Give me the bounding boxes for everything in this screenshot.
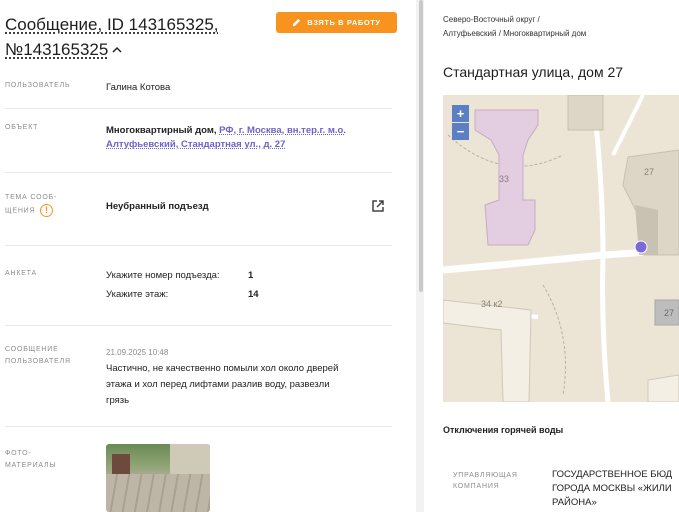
photo-label: ФОТО- МАТЕРИАЛЫ	[5, 448, 56, 472]
chevron-up-icon[interactable]	[112, 37, 122, 61]
topic-value-text: Неубранный подъезд	[106, 201, 209, 212]
message-date: 21.09.2025 10:48	[106, 348, 169, 357]
map-label: 34 к2	[481, 299, 502, 309]
divider	[5, 172, 392, 173]
warning-icon[interactable]: !	[40, 204, 54, 217]
scrollbar[interactable]	[419, 0, 423, 292]
object-info-panel: Северо-Восточный округ / Алтуфьевский / …	[424, 0, 679, 512]
map-label: 33	[499, 174, 509, 184]
object-address: Стандартная улица, дом 27	[443, 64, 624, 80]
map-label: 27	[664, 308, 674, 318]
user-label: ПОЛЬЗОВАТЕЛЬ	[5, 82, 71, 89]
management-company-value: ГОСУДАРСТВЕННОЕ БЮД ГОРОДА МОСКВЫ «ЖИЛИ …	[552, 468, 679, 510]
form-label: АНКЕТА	[5, 270, 37, 277]
object-type: Многоквартирный дом,	[106, 125, 217, 136]
message-title-line2: №143165325	[5, 40, 109, 59]
form-answer: 1	[248, 270, 254, 281]
management-company-label-line1: УПРАВЛЯЮЩАЯ	[453, 472, 518, 479]
topic-label-line2: ЩЕНИЯ	[5, 207, 36, 215]
message-label: СООБЩЕНИЕ ПОЛЬЗОВАТЕЛЯ	[5, 344, 71, 368]
object-value: Многоквартирный дом, РФ, г. Москва, вн.т…	[106, 124, 381, 152]
zoom-controls: + −	[452, 105, 469, 140]
external-link-icon[interactable]	[371, 199, 385, 213]
message-label-line2: ПОЛЬЗОВАТЕЛЯ	[5, 358, 71, 365]
form-question: Укажите этаж:	[106, 289, 169, 300]
form-row: Укажите этаж: 14	[106, 289, 259, 300]
hot-water-outages-title: Отключения горячей воды	[443, 425, 564, 435]
page-title: Сообщение, ID 143165325, №143165325	[5, 13, 255, 62]
divider	[5, 325, 392, 326]
management-company-line2: ГОРОДА МОСКВЫ «ЖИЛИ	[552, 483, 672, 494]
pencil-icon	[293, 18, 301, 27]
form-row: Укажите номер подъезда: 1	[106, 270, 253, 281]
breadcrumb-line2: Алтуфьевский / Многоквартирный дом	[443, 29, 587, 38]
management-company-line1: ГОСУДАРСТВЕННОЕ БЮД	[552, 469, 673, 480]
topic-value: Неубранный подъезд	[106, 200, 209, 214]
zoom-in-button[interactable]: +	[452, 105, 469, 122]
management-company-line3: РАЙОНА»	[552, 497, 597, 508]
map[interactable]: 33 27 34 к2 27 + −	[443, 95, 679, 402]
map-canvas[interactable]: 33 27 34 к2 27	[443, 95, 679, 402]
message-label-line1: СООБЩЕНИЕ	[5, 346, 59, 353]
photo-label-line1: ФОТО-	[5, 450, 32, 457]
message-title-line1: Сообщение, ID 143165325,	[5, 15, 219, 34]
management-company-label: УПРАВЛЯЮЩАЯ КОМПАНИЯ	[453, 470, 518, 492]
divider	[5, 426, 392, 427]
map-label: 27	[644, 167, 654, 177]
object-label: ОБЪЕКТ	[5, 124, 39, 131]
topic-label: ТЕМА СООБ- ЩЕНИЯ!	[5, 192, 57, 217]
topic-label-line1: ТЕМА СООБ-	[5, 194, 58, 201]
message-text: Частично, не качественно помыли хол окол…	[106, 363, 339, 406]
form-answer: 14	[248, 289, 259, 300]
photo-label-line2: МАТЕРИАЛЫ	[5, 462, 57, 469]
management-company-label-line2: КОМПАНИЯ	[453, 483, 500, 490]
zoom-out-button[interactable]: −	[452, 123, 469, 140]
divider	[5, 245, 392, 246]
photo-thumbnail[interactable]	[106, 444, 210, 512]
form-question: Укажите номер подъезда:	[106, 270, 220, 281]
divider	[5, 108, 392, 109]
user-value: Галина Котова	[106, 82, 171, 93]
breadcrumb-line1: Северо-Восточный округ /	[443, 15, 540, 24]
message-details-panel: Сообщение, ID 143165325, №143165325 ВЗЯТ…	[0, 0, 416, 512]
breadcrumb: Северо-Восточный округ / Алтуфьевский / …	[443, 13, 673, 41]
take-to-work-label: ВЗЯТЬ В РАБОТУ	[307, 18, 381, 27]
take-to-work-button[interactable]: ВЗЯТЬ В РАБОТУ	[276, 12, 397, 33]
